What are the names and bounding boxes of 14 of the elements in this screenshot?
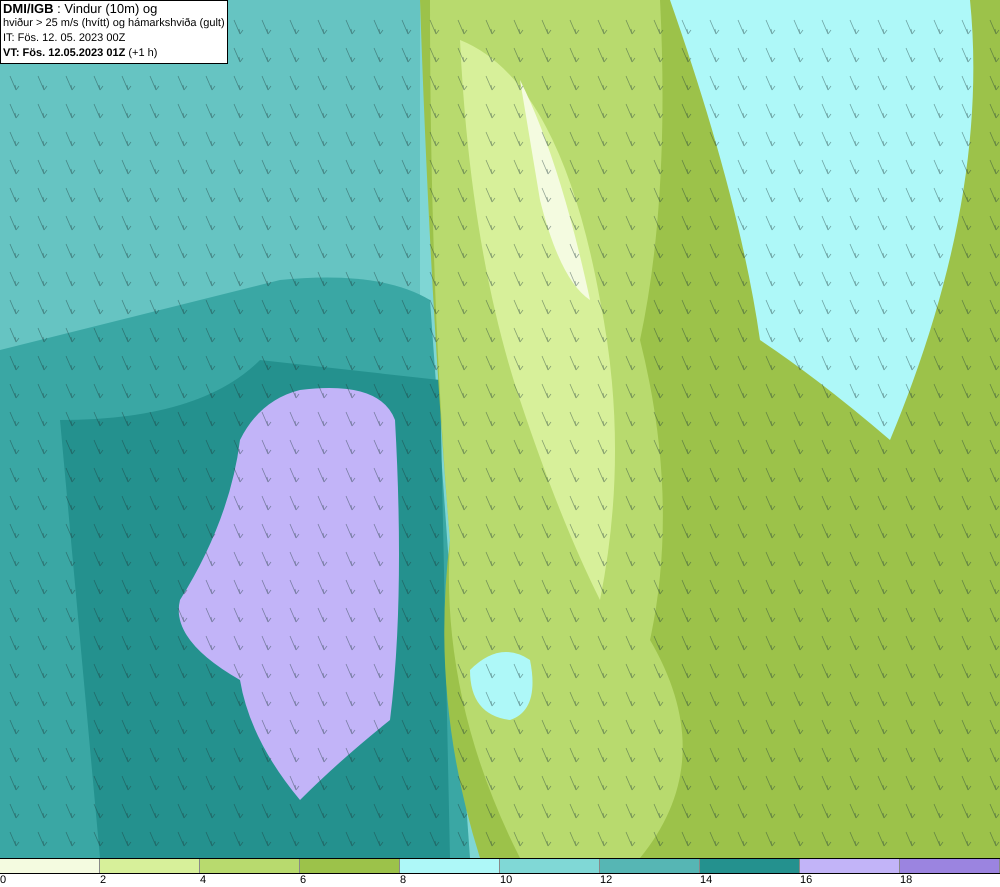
header-line: IT: Fös. 12. 05. 2023 00Z	[3, 31, 126, 46]
scale-tick-label: 6	[300, 874, 306, 887]
scale-tick-label: 18	[900, 874, 912, 887]
header-line: DMI/IGB : Vindur (10m) og	[3, 1, 158, 16]
scale-tick-label: 16	[800, 874, 812, 887]
scale-tick-label: 10	[500, 874, 512, 887]
scale-tick-label: 12	[600, 874, 612, 887]
scale-tick-label: 8	[400, 874, 406, 887]
header-line: hviður > 25 m/s (hvítt) og hámarkshviða (gult)	[3, 16, 225, 31]
header-line: VT: Fös. 12.05.2023 01Z (+1 h)	[3, 46, 158, 61]
scale-tick-label: 4	[200, 874, 206, 887]
scale-tick-label: 0	[0, 874, 6, 887]
scale-tick-label: 14	[700, 874, 712, 887]
scale-tick-label: 2	[100, 874, 106, 887]
